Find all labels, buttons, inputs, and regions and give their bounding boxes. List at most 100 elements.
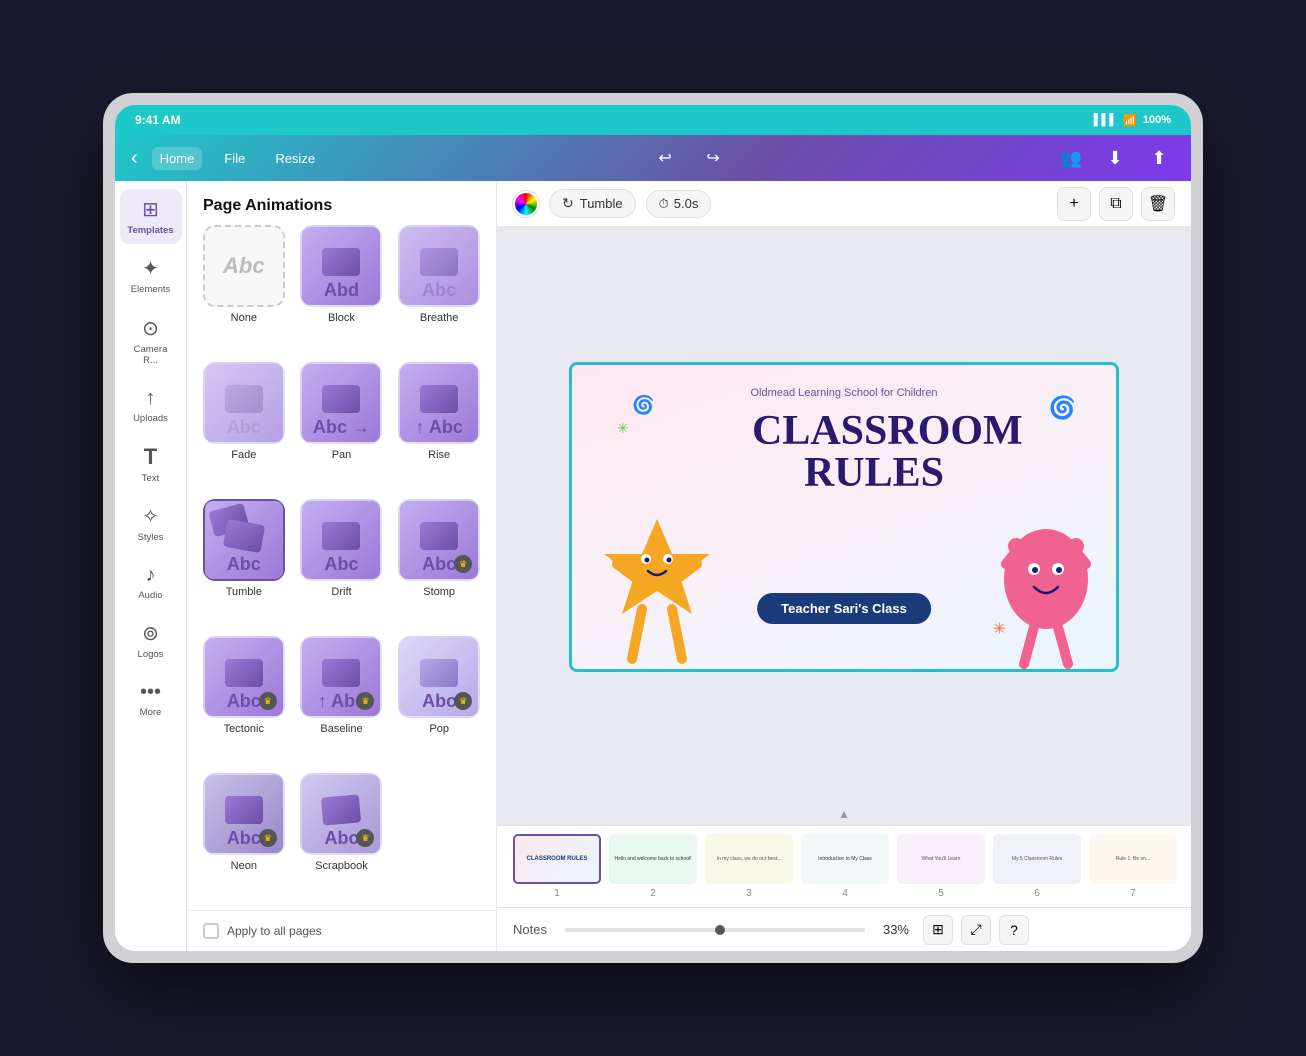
- anim-item-stomp[interactable]: Abc ♛ Stomp: [394, 499, 484, 628]
- color-picker[interactable]: [513, 191, 539, 217]
- anim-label-tectonic: Tectonic: [224, 723, 264, 735]
- canvas-actions: + ⧉ 🗑: [1057, 187, 1175, 221]
- wifi-icon: 📶: [1123, 114, 1137, 127]
- strip-item-3[interactable]: In my class, we do our best... 3: [705, 834, 793, 899]
- logos-icon: ⊚: [142, 621, 159, 646]
- anim-preview-pop: Abc ♛: [398, 636, 480, 718]
- sidebar-label-more: More: [140, 707, 162, 718]
- progress-dot: [715, 925, 725, 935]
- sidebar-item-elements[interactable]: ✦ Elements: [120, 248, 182, 303]
- anim-item-none[interactable]: Abc None: [199, 225, 289, 354]
- duplicate-page-button[interactable]: ⧉: [1099, 187, 1133, 221]
- share-people-button[interactable]: 👥: [1055, 142, 1087, 174]
- signal-icon: ▌▌▌: [1094, 114, 1117, 126]
- strip-num-6: 6: [1034, 888, 1040, 899]
- strip-item-7[interactable]: Rule 1: Be on... 7: [1089, 834, 1177, 899]
- anim-label-scrapbook: Scrapbook: [315, 860, 368, 872]
- anim-item-scrapbook[interactable]: Abc ♛ Scrapbook: [297, 773, 387, 902]
- duration-selector[interactable]: ⏱ 5.0s: [646, 190, 712, 218]
- strip-thumb-3[interactable]: In my class, we do our best...: [705, 834, 793, 884]
- anim-preview-neon: Abc ♛: [203, 773, 285, 855]
- delete-page-button[interactable]: 🗑: [1141, 187, 1175, 221]
- anim-item-drift[interactable]: Abc Drift: [297, 499, 387, 628]
- strip-item-5[interactable]: What You'll Learn 5: [897, 834, 985, 899]
- undo-button[interactable]: ↩: [649, 142, 681, 174]
- canvas-toolbar: ↻ Tumble ⏱ 5.0s + ⧉ 🗑: [497, 181, 1191, 227]
- redo-button[interactable]: ↪: [697, 142, 729, 174]
- page-overview-button[interactable]: ⊞: [923, 915, 953, 945]
- apply-all-checkbox[interactable]: [203, 923, 219, 939]
- anim-preview-rise: ↑ Abc: [398, 362, 480, 444]
- sidebar-item-audio[interactable]: ♪ Audio: [120, 556, 182, 609]
- anim-preview-stomp: Abc ♛: [398, 499, 480, 581]
- canvas-area: ↻ Tumble ⏱ 5.0s + ⧉ 🗑: [497, 181, 1191, 951]
- fullscreen-button[interactable]: ⤢: [961, 915, 991, 945]
- strip-num-5: 5: [938, 888, 944, 899]
- anim-item-tumble[interactable]: Abc Tumble: [199, 499, 289, 628]
- sidebar-item-camera[interactable]: ⊙ Camera R...: [120, 308, 182, 375]
- strip-thumb-2[interactable]: Hello and welcome back to school!: [609, 834, 697, 884]
- device-screen: 9:41 AM ▌▌▌ 📶 100% ‹ Home File Resize ↩ …: [115, 105, 1191, 951]
- anim-preview-breathe: Abc: [398, 225, 480, 307]
- anim-label-neon: Neon: [231, 860, 257, 872]
- strip-item-4[interactable]: Introduction to My Class 4: [801, 834, 889, 899]
- sidebar-item-more[interactable]: ••• More: [120, 673, 182, 726]
- anim-item-pop[interactable]: Abc ♛ Pop: [394, 636, 484, 765]
- deco-spiral1: 🌀: [632, 395, 654, 416]
- toolbar-right: 👥 ⬇ ⬆: [1055, 142, 1175, 174]
- slide-title-line2: RULES: [804, 450, 944, 496]
- anim-item-rise[interactable]: ↑ Abc Rise: [394, 362, 484, 491]
- more-icon: •••: [140, 681, 161, 704]
- anim-item-baseline[interactable]: ↑ Abc ♛ Baseline: [297, 636, 387, 765]
- animation-selector[interactable]: ↻ Tumble: [549, 189, 636, 218]
- styles-icon: ✧: [142, 504, 159, 529]
- filmstrip-toggle[interactable]: ▲: [497, 807, 1191, 825]
- anim-label-drift: Drift: [331, 586, 351, 598]
- sidebar-label-styles: Styles: [138, 532, 164, 543]
- strip-item-2[interactable]: Hello and welcome back to school! 2: [609, 834, 697, 899]
- strip-item-6[interactable]: My 5 Classroom Rules 6: [993, 834, 1081, 899]
- duration-label: 5.0s: [674, 196, 699, 211]
- add-page-button[interactable]: +: [1057, 187, 1091, 221]
- progress-track[interactable]: [565, 928, 865, 932]
- anim-preview-tumble: Abc: [203, 499, 285, 581]
- anim-item-breathe[interactable]: Abc Breathe: [394, 225, 484, 354]
- home-button[interactable]: Home: [152, 147, 203, 170]
- strip-thumb-4[interactable]: Introduction to My Class: [801, 834, 889, 884]
- download-button[interactable]: ⬇: [1099, 142, 1131, 174]
- strip-num-2: 2: [650, 888, 656, 899]
- deco-spiral2: 🌀: [1049, 395, 1076, 421]
- apply-all-label: Apply to all pages: [227, 924, 322, 938]
- text-icon: T: [144, 444, 157, 470]
- anim-item-pan[interactable]: Abc → Pan: [297, 362, 387, 491]
- sidebar-item-text[interactable]: T Text: [120, 436, 182, 492]
- sidebar-item-styles[interactable]: ✧ Styles: [120, 496, 182, 551]
- share-button[interactable]: ⬆: [1143, 142, 1175, 174]
- camera-icon: ⊙: [142, 316, 159, 341]
- sidebar-item-templates[interactable]: ⊞ Templates: [120, 189, 182, 244]
- strip-thumb-6[interactable]: My 5 Classroom Rules: [993, 834, 1081, 884]
- anim-label-rise: Rise: [428, 449, 450, 461]
- anim-item-neon[interactable]: Abc ♛ Neon: [199, 773, 289, 902]
- apply-all-section[interactable]: Apply to all pages: [187, 910, 496, 951]
- top-toolbar: ‹ Home File Resize ↩ ↪ 👥 ⬇ ⬆: [115, 135, 1191, 181]
- anim-item-fade[interactable]: Abc Fade: [199, 362, 289, 491]
- status-bar: 9:41 AM ▌▌▌ 📶 100%: [115, 105, 1191, 135]
- sidebar-label-logos: Logos: [138, 649, 164, 660]
- notes-label: Notes: [513, 922, 547, 937]
- blob-character: [996, 509, 1096, 669]
- help-button[interactable]: ?: [999, 915, 1029, 945]
- back-button[interactable]: ‹: [131, 147, 138, 170]
- resize-button[interactable]: Resize: [267, 147, 323, 170]
- strip-num-3: 3: [746, 888, 752, 899]
- sidebar-item-uploads[interactable]: ↑ Uploads: [120, 379, 182, 432]
- file-button[interactable]: File: [216, 147, 253, 170]
- sidebar-item-logos[interactable]: ⊚ Logos: [120, 613, 182, 668]
- anim-item-block[interactable]: Abd Block: [297, 225, 387, 354]
- slide-canvas[interactable]: 🌀 ✳ 🌀 ✳ Oldmead Learning School for Chil…: [569, 362, 1119, 672]
- strip-item-1[interactable]: CLASSROOM RULES 1: [513, 834, 601, 899]
- strip-thumb-5[interactable]: What You'll Learn: [897, 834, 985, 884]
- strip-thumb-7[interactable]: Rule 1: Be on...: [1089, 834, 1177, 884]
- anim-item-tectonic[interactable]: Abc ♛ Tectonic: [199, 636, 289, 765]
- strip-thumb-1[interactable]: CLASSROOM RULES: [513, 834, 601, 884]
